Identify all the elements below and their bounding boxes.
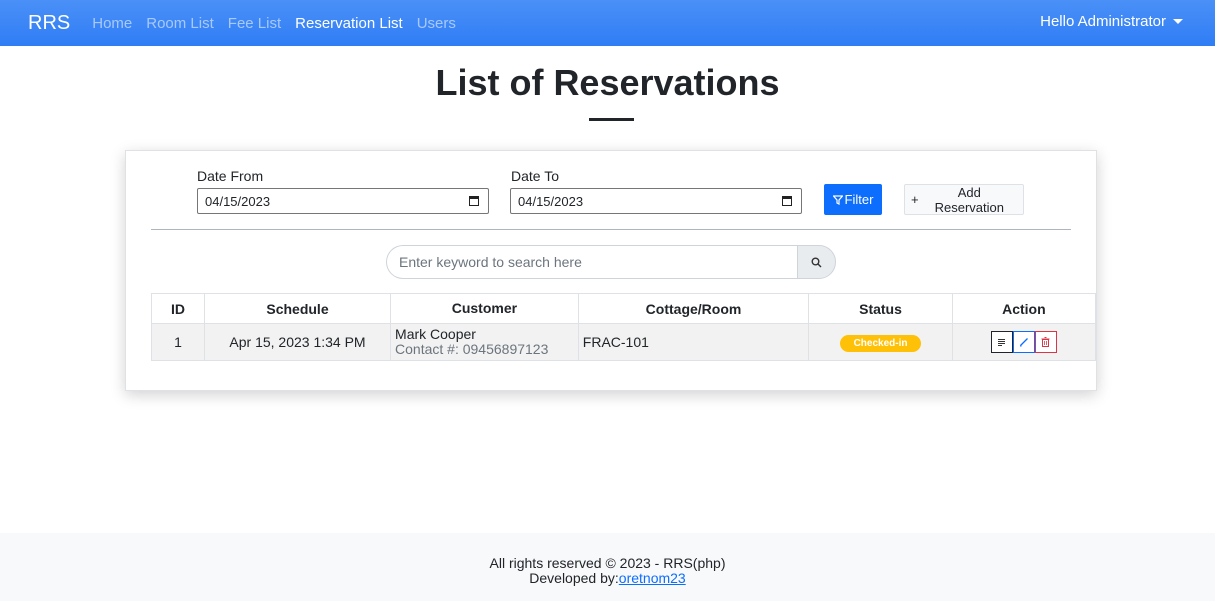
- filter-button-label: Filter: [844, 192, 874, 207]
- col-action-header: Action: [951, 293, 1097, 324]
- col-status-header: Status: [808, 293, 953, 324]
- user-menu-dropdown[interactable]: Hello Administrator: [1040, 13, 1183, 30]
- action-group: [990, 331, 1057, 353]
- calendar-icon[interactable]: [782, 196, 792, 206]
- cell-id: 1: [151, 323, 205, 361]
- date-to-value: 04/15/2023: [518, 193, 584, 209]
- delete-button[interactable]: [1034, 331, 1057, 353]
- divider: [151, 229, 1071, 230]
- search-button[interactable]: [797, 245, 836, 279]
- developed-by-label: Developed by:: [529, 570, 619, 586]
- brand-logo[interactable]: RRS: [28, 12, 70, 35]
- search-icon: [811, 257, 822, 267]
- nav-fee-list[interactable]: Fee List: [228, 15, 281, 32]
- add-reservation-label: Add Reservation: [934, 184, 1004, 215]
- add-reservation-button[interactable]: + Add Reservation: [904, 184, 1024, 215]
- date-to-input[interactable]: 04/15/2023: [510, 188, 802, 214]
- date-from-label: Date From: [197, 168, 264, 184]
- developer-link[interactable]: oretnom23: [619, 570, 686, 586]
- page-title: List of Reservations: [435, 62, 780, 103]
- col-id-header: ID: [151, 293, 205, 324]
- footer: All rights reserved © 2023 - RRS(php) De…: [0, 533, 1215, 601]
- reservations-card: Date From 04/15/2023 Date To 04/15/2023 …: [125, 150, 1097, 391]
- user-greeting: Hello Administrator: [1040, 13, 1166, 30]
- filter-icon: [832, 194, 843, 205]
- title-underline: [589, 118, 634, 121]
- trash-icon: [1041, 337, 1050, 347]
- cell-schedule: Apr 15, 2023 1:34 PM: [203, 323, 392, 361]
- navbar: RRS Home Room List Fee List Reservation …: [0, 0, 1215, 46]
- view-button[interactable]: [990, 331, 1013, 353]
- nav-users[interactable]: Users: [417, 15, 456, 32]
- calendar-icon[interactable]: [469, 196, 479, 206]
- cell-customer: Mark Cooper Contact #: 09456897123: [390, 323, 579, 361]
- status-badge: Checked-in: [839, 334, 922, 352]
- customer-contact: Contact #: 09456897123: [395, 341, 549, 357]
- search-input[interactable]: Enter keyword to search here: [386, 245, 798, 279]
- edit-button[interactable]: [1012, 331, 1035, 353]
- nav-reservation-list[interactable]: Reservation List: [295, 15, 403, 32]
- caret-down-icon: [1173, 19, 1183, 24]
- nav-room-list[interactable]: Room List: [146, 15, 214, 32]
- table-header-row: ID Schedule Customer Cottage/Room Status…: [151, 293, 1097, 324]
- search-placeholder: Enter keyword to search here: [399, 254, 582, 270]
- col-schedule-header: Schedule: [203, 293, 392, 324]
- pencil-icon: [1019, 338, 1028, 347]
- customer-name: Mark Cooper: [395, 326, 476, 342]
- footer-developer: Developed by:oretnom23: [0, 570, 1215, 586]
- reservations-table: ID Schedule Customer Cottage/Room Status…: [151, 293, 1097, 361]
- date-from-input[interactable]: 04/15/2023: [197, 188, 489, 214]
- search-group: Enter keyword to search here: [386, 245, 836, 279]
- plus-icon: +: [911, 192, 919, 207]
- cell-room: FRAC-101: [577, 323, 810, 361]
- filter-button[interactable]: Filter: [824, 184, 882, 215]
- col-room-header: Cottage/Room: [577, 293, 810, 324]
- footer-copyright: All rights reserved © 2023 - RRS(php): [489, 555, 726, 571]
- nav-home[interactable]: Home: [92, 15, 132, 32]
- date-to-label: Date To: [511, 168, 559, 184]
- table-row: 1 Apr 15, 2023 1:34 PM Mark Cooper Conta…: [151, 323, 1097, 361]
- list-icon: [998, 338, 1006, 346]
- col-customer-header: Customer: [390, 293, 579, 324]
- date-from-value: 04/15/2023: [205, 193, 271, 209]
- cell-action: [951, 323, 1097, 361]
- cell-status: Checked-in: [808, 323, 953, 361]
